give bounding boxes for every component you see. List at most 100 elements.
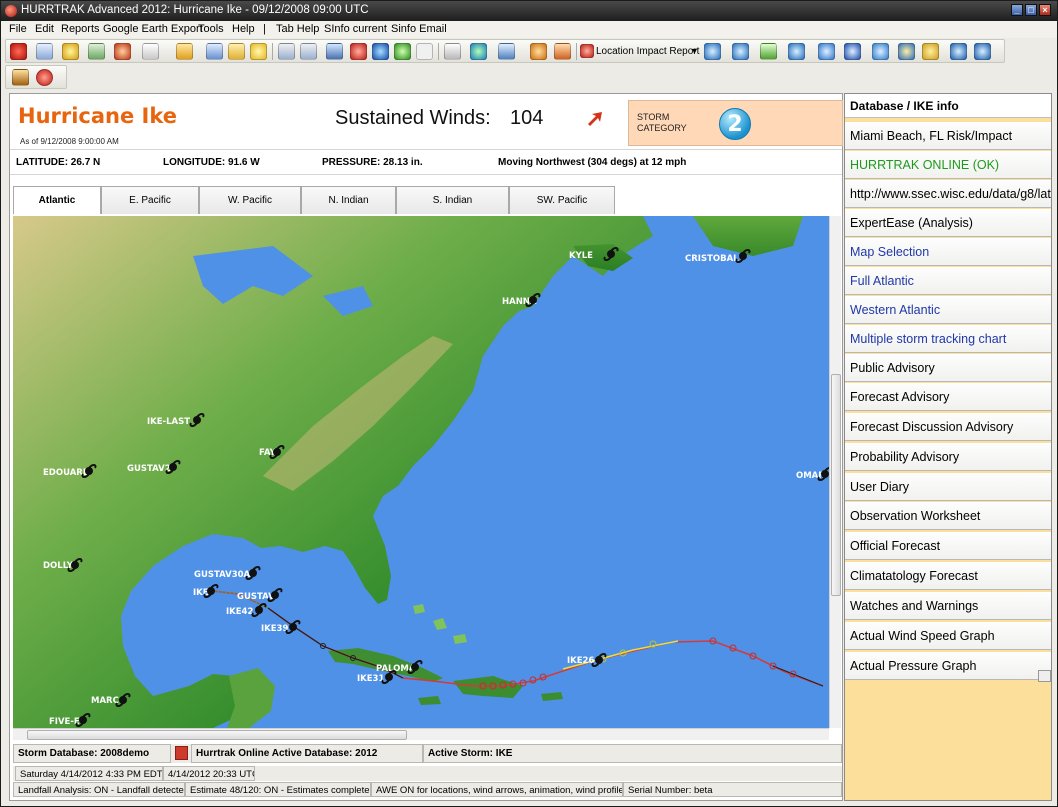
chevron-down-icon[interactable]: ▾	[692, 46, 697, 57]
menu-sinfo-current[interactable]: SInfo current	[324, 23, 387, 35]
storm-label-ike42[interactable]: IKE42	[226, 607, 253, 617]
sidebar-item-actual-pressure-graph[interactable]: Actual Pressure Graph	[845, 652, 1051, 680]
storm-label-gustav30a[interactable]: GUSTAV30A	[194, 570, 251, 580]
sidebar-item-climatatology-forecast[interactable]: Climatatology Forecast	[845, 562, 1051, 590]
people-icon[interactable]	[922, 43, 939, 60]
menu-sinfo-email[interactable]: Sinfo Email	[391, 23, 447, 35]
info-icon[interactable]	[704, 43, 721, 60]
storm-label-ike39[interactable]: IKE39	[261, 624, 288, 634]
sidebar-item-actual-wind-speed-graph[interactable]: Actual Wind Speed Graph	[845, 622, 1051, 650]
folder-open-icon[interactable]	[176, 43, 193, 60]
sidebar-item-miami-beach-fl-risk-impact[interactable]: Miami Beach, FL Risk/Impact	[845, 122, 1051, 150]
storm-label-ike26[interactable]: IKE26	[567, 656, 594, 666]
tab-s-indian[interactable]: S. Indian	[396, 186, 509, 214]
table-icon[interactable]	[36, 43, 53, 60]
sidebar-item-official-forecast[interactable]: Official Forecast	[845, 532, 1051, 560]
sidebar-item-full-atlantic[interactable]: Full Atlantic	[845, 267, 1051, 295]
sidebar-item-hurrtrak-online-ok[interactable]: HURRTRAK ONLINE (OK)	[845, 151, 1051, 179]
menu-file[interactable]: File	[9, 23, 27, 35]
sidebar-item-http-www-ssec-wisc-edu-data-g8-latest[interactable]: http://www.ssec.wisc.edu/data/g8/latest	[845, 180, 1051, 208]
map-horizontal-scroll-thumb[interactable]	[27, 730, 407, 740]
map-canvas[interactable]: KYLE CRISTOBAL HANNA IKE-LAST FAY EDOUAR…	[13, 216, 829, 728]
info-dropdown-icon[interactable]	[732, 43, 749, 60]
storm-label-ike31[interactable]: IKE31	[357, 674, 384, 684]
estimate-status: Estimate 48/120: ON - Estimates complete	[185, 782, 371, 797]
location-impact-icon[interactable]	[580, 44, 594, 58]
stop-icon[interactable]	[10, 43, 27, 60]
tab-e-pacific[interactable]: E. Pacific	[101, 186, 199, 214]
monitor-icon[interactable]	[326, 43, 343, 60]
menu-reports[interactable]: Reports	[61, 23, 100, 35]
user-icon[interactable]	[12, 69, 29, 86]
tab-n-indian[interactable]: N. Indian	[301, 186, 396, 214]
export-icon[interactable]	[300, 43, 317, 60]
storm-position-bar: LATITUDE: 26.7 N LONGITUDE: 91.6 W PRESS…	[10, 149, 842, 175]
globe-dropdown-icon[interactable]	[470, 43, 487, 60]
circle-d-icon[interactable]	[872, 43, 889, 60]
circle-e-icon[interactable]	[844, 43, 861, 60]
globe-icon[interactable]	[372, 43, 389, 60]
target-icon[interactable]	[350, 43, 367, 60]
close-button[interactable]: ×	[1039, 4, 1051, 16]
help-f2-icon[interactable]	[950, 43, 967, 60]
help-icon[interactable]	[974, 43, 991, 60]
info-sidebar: Database / IKE info Miami Beach, FL Risk…	[844, 93, 1052, 801]
wind-icon[interactable]	[498, 43, 515, 60]
earth-icon[interactable]	[394, 43, 411, 60]
storm-label-five-e[interactable]: FIVE-E	[49, 717, 80, 727]
grid-icon[interactable]	[444, 43, 461, 60]
maximize-button[interactable]: □	[1025, 4, 1037, 16]
window-icon[interactable]	[88, 43, 105, 60]
storm-label-kyle[interactable]: KYLE	[569, 251, 593, 261]
movement: Moving Northwest (304 degs) at 12 mph	[498, 157, 687, 168]
chart-icon[interactable]	[554, 43, 571, 60]
sidebar-item-probability-advisory[interactable]: Probability Advisory	[845, 443, 1051, 471]
report-icon[interactable]	[206, 43, 223, 60]
sidebar-item-multiple-storm-tracking-chart[interactable]: Multiple storm tracking chart	[845, 325, 1051, 353]
menu-edit[interactable]: Edit	[35, 23, 54, 35]
map-vertical-scrollbar[interactable]	[829, 216, 841, 728]
menu-tools[interactable]: Tools	[198, 23, 224, 35]
sidebar-item-forecast-discussion-advisory[interactable]: Forecast Discussion Advisory	[845, 413, 1051, 441]
local-time: Saturday 4/14/2012 4:33 PM EDT	[15, 766, 163, 781]
sidebar-scroll-button[interactable]	[1038, 670, 1051, 682]
storm-info-panel: Hurricane Ike As of 9/12/2008 9:00:00 AM…	[9, 93, 843, 801]
map-icon[interactable]	[760, 43, 777, 60]
sidebar-item-user-diary[interactable]: User Diary	[845, 473, 1051, 501]
sidebar-item-public-advisory[interactable]: Public Advisory	[845, 354, 1051, 382]
tab-sw-pacific[interactable]: SW. Pacific	[509, 186, 615, 214]
gear-icon[interactable]	[530, 43, 547, 60]
document-icon[interactable]	[142, 43, 159, 60]
sidebar-item-expertease-analysis[interactable]: ExpertEase (Analysis)	[845, 209, 1051, 237]
storm-map[interactable]: KYLE CRISTOBAL HANNA IKE-LAST FAY EDOUAR…	[13, 216, 829, 728]
lifebuoy-icon[interactable]	[114, 43, 131, 60]
map-horizontal-scrollbar[interactable]	[13, 728, 829, 740]
menu-tab-help[interactable]: Tab Help	[276, 23, 319, 35]
sidebar-item-forecast-advisory[interactable]: Forecast Advisory	[845, 383, 1051, 411]
zoom-icon[interactable]	[788, 43, 805, 60]
tab-atlantic[interactable]: Atlantic	[13, 186, 101, 214]
question-icon[interactable]	[36, 69, 53, 86]
circle-c-icon[interactable]	[818, 43, 835, 60]
menu-google-earth-export[interactable]: Google Earth Export	[103, 23, 203, 35]
sidebar-item-western-atlantic[interactable]: Western Atlantic	[845, 296, 1051, 324]
bulb-icon[interactable]	[62, 43, 79, 60]
minimize-button[interactable]: _	[1011, 4, 1023, 16]
map-vertical-scroll-thumb[interactable]	[831, 374, 841, 596]
storm-label-ike-last[interactable]: IKE-LAST	[147, 417, 190, 427]
storm-label-cristobal[interactable]: CRISTOBAL	[685, 254, 739, 264]
users-icon[interactable]	[898, 43, 915, 60]
print-icon[interactable]	[278, 43, 295, 60]
hurricane-symbol-icon[interactable]	[416, 43, 433, 60]
location-impact-report-button[interactable]: Location Impact Report	[596, 46, 699, 57]
sidebar-item-watches-and-warnings[interactable]: Watches and Warnings	[845, 592, 1051, 620]
sidebar-item-map-selection[interactable]: Map Selection	[845, 238, 1051, 266]
storm-label-gustav2[interactable]: GUSTAV2	[127, 464, 171, 474]
title-bar[interactable]: HURRTRAK Advanced 2012: Hurricane Ike - …	[1, 1, 1057, 21]
tab-w-pacific[interactable]: W. Pacific	[199, 186, 301, 214]
sidebar-item-observation-worksheet[interactable]: Observation Worksheet	[845, 502, 1051, 530]
toolbar-separator	[576, 43, 577, 60]
menu-help[interactable]: Help	[232, 23, 255, 35]
sun-icon[interactable]	[250, 43, 267, 60]
folder-icon[interactable]	[228, 43, 245, 60]
